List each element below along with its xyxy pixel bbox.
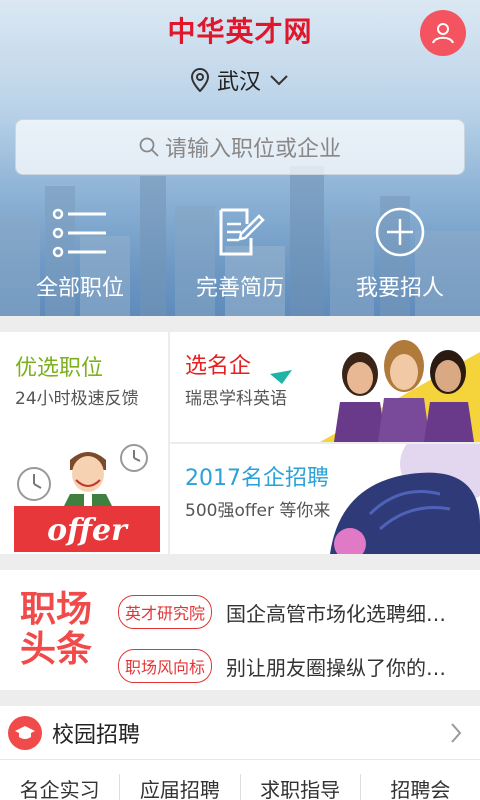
home-page: 中华英才网 武汉 请输入职位或企业 全部职位 完善简历 我要招人 优选职位 24…	[0, 0, 480, 800]
chevron-down-icon	[270, 75, 288, 86]
campus-recruiting-header[interactable]: 校园招聘	[0, 706, 480, 760]
resume-edit-icon	[219, 208, 265, 256]
headlines-logo-line2: 头条	[20, 629, 93, 670]
promo-section: 优选职位 24小时极速反馈 offer 选名企 瑞思学科英语 2017名企招聘 …	[0, 332, 480, 554]
complete-resume-button[interactable]: 完善简历	[160, 202, 320, 302]
chevron-right-icon	[451, 723, 462, 743]
abstract-blob-illustration	[330, 444, 480, 554]
offer-illustration: offer	[14, 444, 160, 552]
featured-jobs-card[interactable]: 优选职位 24小时极速反馈 offer	[0, 332, 168, 554]
top-companies-subtitle: 瑞思学科英语	[185, 389, 287, 409]
campus-recruiting-title: 校园招聘	[52, 722, 141, 748]
company-recruiting-card[interactable]: 2017名企招聘 500强offer 等你来	[170, 444, 480, 554]
tab-job-fairs[interactable]: 招聘会	[361, 774, 480, 800]
brand-logo: 中华英才网	[167, 15, 313, 48]
hero-banner: 中华英才网 武汉 请输入职位或企业 全部职位 完善简历 我要招人	[0, 0, 480, 316]
list-icon	[52, 208, 106, 258]
headline-item[interactable]: 英才研究院 国企高管市场化选聘细…	[118, 594, 480, 630]
user-icon	[432, 23, 454, 44]
headline-item[interactable]: 职场风向标 别让朋友圈操纵了你的…	[118, 648, 480, 684]
top-companies-card[interactable]: 选名企 瑞思学科英语	[170, 332, 480, 442]
complete-resume-label: 完善简历	[195, 276, 284, 301]
city-name: 武汉	[216, 70, 261, 95]
post-job-label: 我要招人	[355, 276, 444, 301]
profile-button[interactable]	[420, 10, 466, 56]
offer-badge: offer	[47, 513, 129, 548]
featured-jobs-title: 优选职位	[15, 356, 104, 381]
headlines-logo-line1: 职场	[20, 589, 93, 630]
location-pin-icon	[190, 68, 209, 92]
post-job-button[interactable]: 我要招人	[320, 202, 480, 302]
campus-tabs: 名企实习 应届招聘 求职指导 招聘会	[0, 774, 480, 800]
career-headlines-logo: 职场 头条	[20, 590, 104, 670]
company-recruiting-subtitle: 500强offer 等你来	[185, 501, 331, 521]
featured-jobs-subtitle: 24小时极速反馈	[15, 389, 139, 409]
tab-graduate-jobs[interactable]: 应届招聘	[120, 774, 241, 800]
all-jobs-button[interactable]: 全部职位	[0, 202, 160, 302]
tab-career-guidance[interactable]: 求职指导	[241, 774, 361, 800]
headline-title: 国企高管市场化选聘细…	[226, 601, 447, 626]
graduation-cap-icon	[8, 715, 42, 750]
company-recruiting-title: 2017名企招聘	[185, 466, 329, 491]
search-placeholder: 请输入职位或企业	[164, 137, 341, 162]
search-input[interactable]: 请输入职位或企业	[15, 119, 465, 175]
top-companies-title: 选名企	[185, 354, 252, 379]
campus-recruiting-section: 校园招聘 名企实习 应届招聘 求职指导 招聘会	[0, 706, 480, 800]
tab-internship[interactable]: 名企实习	[0, 774, 121, 800]
career-headlines-section: 职场 头条 英才研究院 国企高管市场化选聘细… 职场风向标 别让朋友圈操纵了你的…	[0, 570, 480, 690]
plus-circle-icon	[375, 207, 425, 257]
all-jobs-label: 全部职位	[35, 276, 124, 301]
search-icon	[139, 137, 159, 157]
headline-tag: 职场风向标	[118, 649, 213, 683]
people-photo-illustration	[320, 340, 480, 442]
headline-tag: 英才研究院	[118, 595, 213, 629]
headline-title: 别让朋友圈操纵了你的…	[226, 655, 447, 680]
city-selector[interactable]: 武汉	[0, 64, 480, 96]
